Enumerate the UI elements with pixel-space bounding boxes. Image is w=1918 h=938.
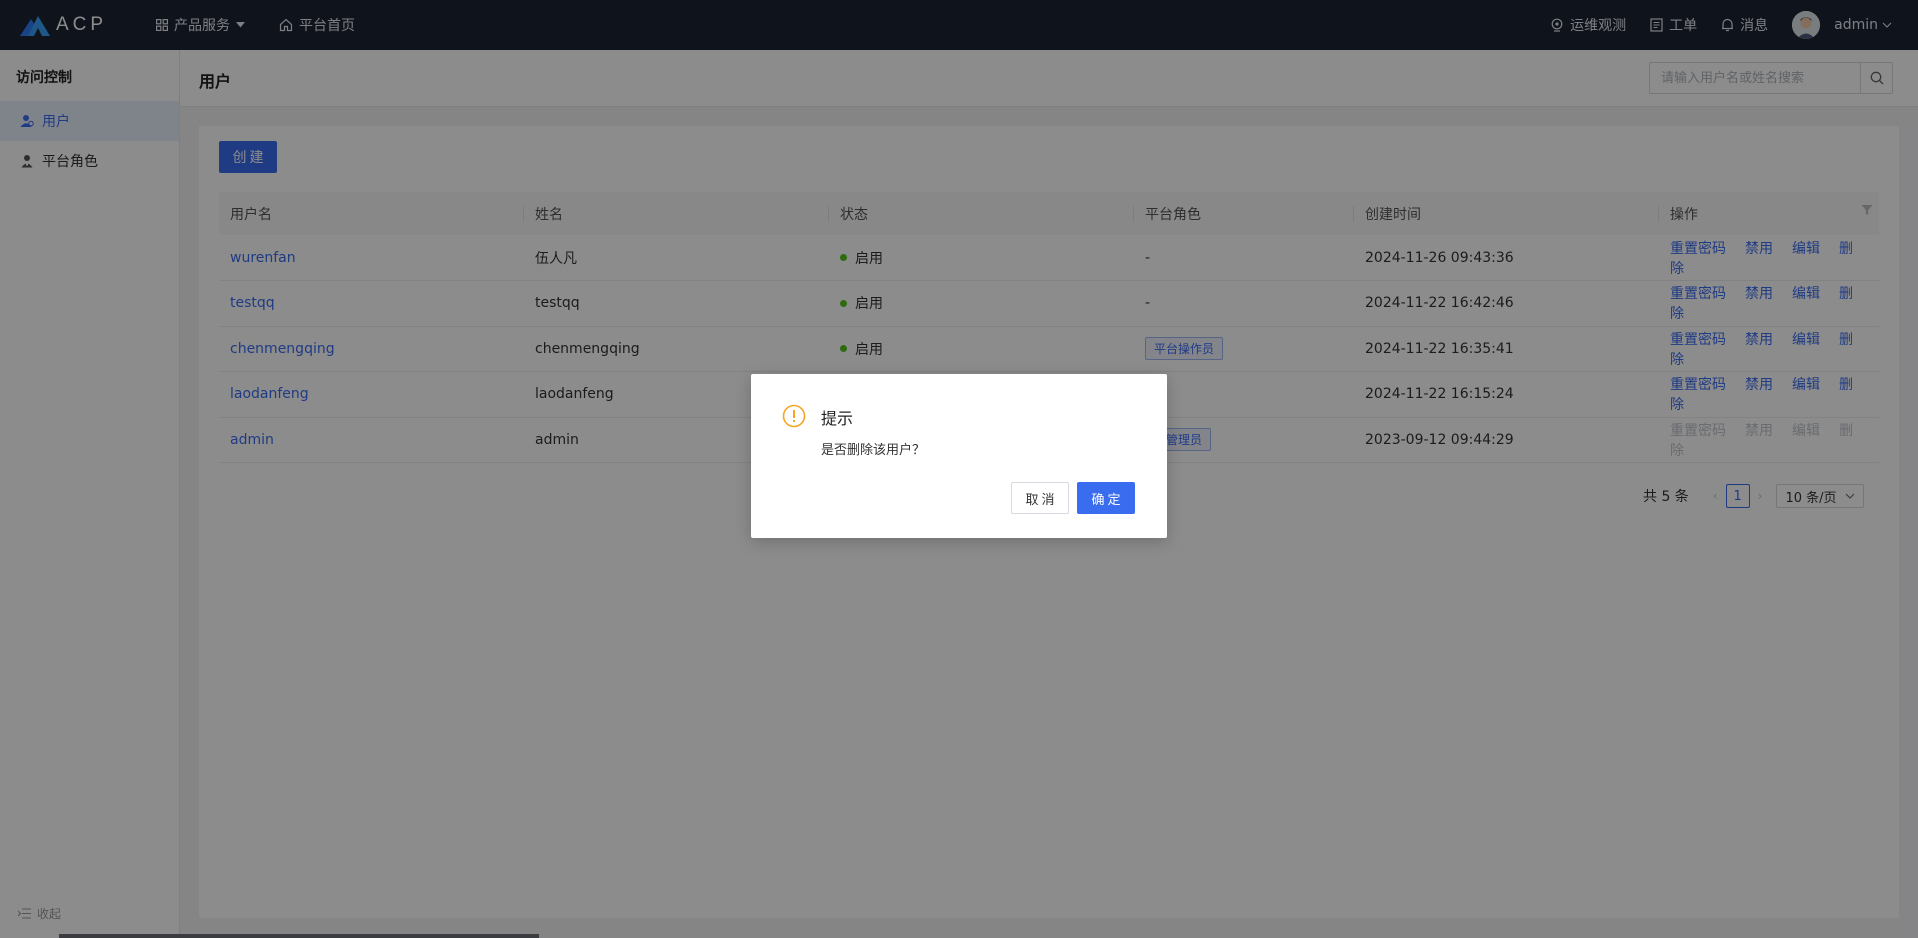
dialog-message: 是否删除该用户？ [821, 443, 926, 458]
dialog-title: 提示 [821, 409, 854, 428]
confirm-button[interactable]: 确定 [1077, 482, 1135, 514]
confirm-delete-dialog: 提示 是否删除该用户？ 取消 确定 [751, 374, 1167, 538]
warning-icon [782, 404, 806, 428]
cancel-button[interactable]: 取消 [1011, 482, 1069, 514]
